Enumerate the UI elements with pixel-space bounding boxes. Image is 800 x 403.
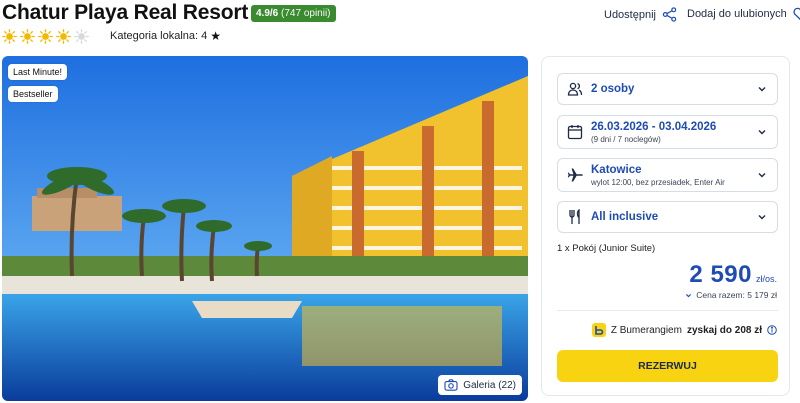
last-minute-tag: Last Minute! [8,64,68,80]
price-value: 2 590 [689,261,752,288]
share-icon [662,7,677,22]
bumerang-logo-icon [591,323,606,337]
dates-select[interactable]: 26.03.2026 - 03.04.2026 (9 dni / 7 nocle… [557,115,778,149]
share-button[interactable]: Udostępnij [604,7,677,22]
hotel-photo-image [2,56,528,401]
plane-icon [567,168,583,182]
bumerang-bonus: zyskaj do 208 zł [686,324,762,336]
chevron-down-icon [758,173,766,178]
departure-city: Katowice [591,164,642,176]
board-select[interactable]: All inclusive [557,201,778,233]
sun-rating [2,29,89,44]
camera-icon [444,379,458,391]
price: 2 590 zł/os. [689,261,777,289]
bumerang-text: Z Bumerangiem [610,324,682,336]
hotel-photo[interactable]: Last Minute! Bestseller Galeria (22) [2,56,528,401]
chevron-down-icon [758,87,766,92]
price-unit: zł/os. [755,274,777,284]
total-price: Cena razem: 5 179 zł [696,290,777,300]
book-button[interactable]: REZERWUJ [557,350,778,382]
sun-icon [38,29,53,44]
favorite-button[interactable]: Dodaj do ulubionych [687,7,800,21]
bestseller-tag: Bestseller [8,86,58,102]
cutlery-icon [569,209,580,224]
departure-select[interactable]: Katowice wylot 12:00, bez przesiadek, En… [557,158,778,192]
heart-icon [793,7,800,21]
local-category: Kategoria lokalna: 4 ★ [110,30,221,42]
sun-empty-icon [74,29,89,44]
departure-detail: wylot 12:00, bez przesiadek, Enter Air [591,178,725,187]
gallery-label: Galeria (22) [463,379,516,391]
star-icon: ★ [210,29,221,43]
chevron-down-icon [758,215,766,220]
rating-badge[interactable]: 4.9/6 (747 opinii) [251,5,336,22]
category-label: Kategoria lokalna: [110,30,199,42]
guests-value: 2 osoby [591,83,635,95]
board-value: All inclusive [591,211,659,223]
sun-icon [20,29,35,44]
bumerang-info: Z Bumerangiem zyskaj do 208 zł [591,323,777,337]
people-icon [567,82,583,96]
share-label: Udostępnij [604,8,656,21]
booking-panel: 2 osoby 26.03.2026 - 03.04.2026 (9 dni /… [541,56,790,396]
sun-icon [56,29,71,44]
calendar-icon [567,125,583,140]
info-icon[interactable] [767,325,777,335]
sun-icon [2,29,17,44]
chevron-down-icon [758,130,766,135]
gallery-button[interactable]: Galeria (22) [438,375,522,395]
dates-value: 26.03.2026 - 03.04.2026 [591,121,717,133]
total-price-toggle[interactable]: Cena razem: 5 179 zł [685,290,777,300]
chevron-down-icon [686,293,692,297]
room-info: 1 x Pokój (Junior Suite) [557,243,656,254]
favorite-label: Dodaj do ulubionych [687,8,787,20]
divider [557,310,778,311]
rating-score: 4.9/6 [256,8,279,19]
category-value: 4 [201,30,208,42]
dates-detail: (9 dni / 7 noclegów) [591,135,661,144]
rating-count: (747 opinii) [281,8,331,19]
hotel-name: Chatur Playa Real Resort [2,1,249,24]
guests-select[interactable]: 2 osoby [557,73,778,105]
